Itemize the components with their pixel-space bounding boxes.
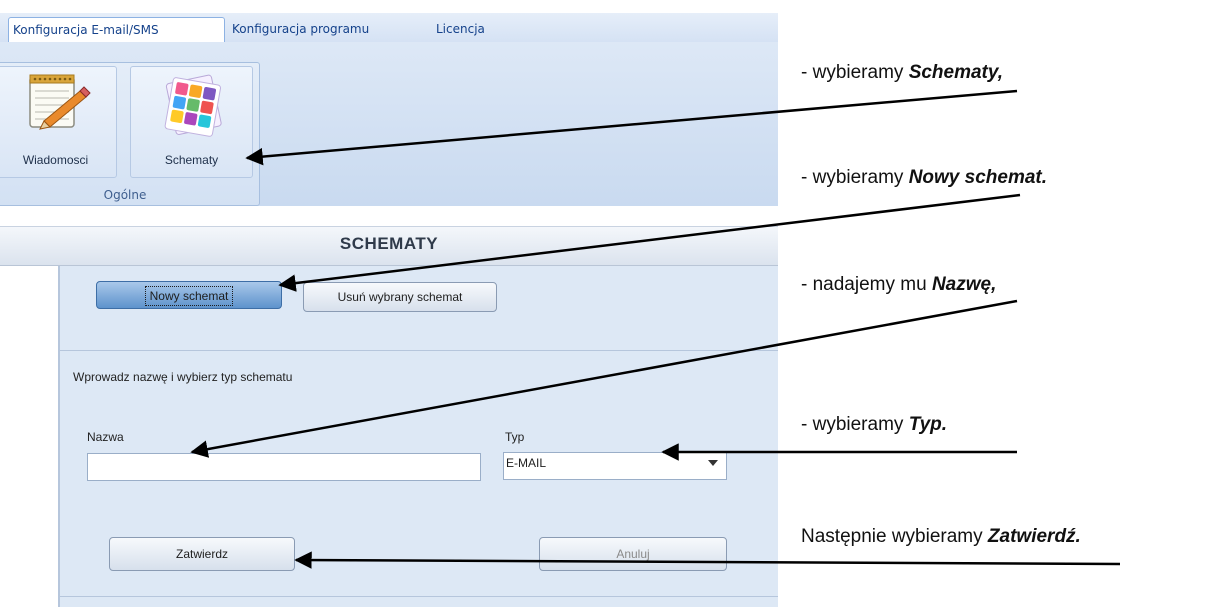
arrow-schematy [245,89,1018,166]
arrow-nowy-schemat [278,193,1021,292]
arrow-zatwierdz [294,551,1121,569]
annotation-arrows [190,89,1121,569]
arrow-nazwa [190,299,1018,458]
